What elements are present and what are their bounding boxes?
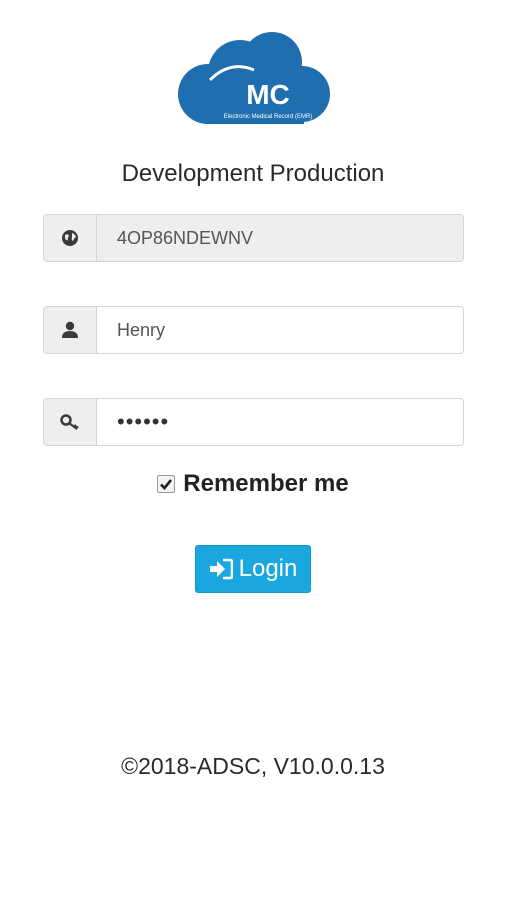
login-page: MC Electronic Medical Record (EMR) Devel… bbox=[0, 0, 506, 900]
remember-me-checkbox[interactable] bbox=[157, 475, 176, 493]
key-icon bbox=[44, 399, 97, 445]
remember-me-row: Remember me bbox=[0, 470, 506, 498]
password-field[interactable]: •••••• bbox=[43, 398, 464, 446]
mc-cloud-logo: MC Electronic Medical Record (EMR) bbox=[178, 32, 330, 124]
logo-tagline: Electronic Medical Record (EMR) bbox=[224, 114, 313, 120]
checkmark-icon bbox=[160, 479, 173, 490]
password-input[interactable]: •••••• bbox=[97, 399, 463, 445]
copyright-footer: ©2018-ADSC, V10.0.0.13 bbox=[121, 753, 385, 779]
environment-title: Development Production bbox=[121, 160, 385, 187]
user-icon bbox=[44, 307, 97, 353]
server-code-value: 4OP86NDEWNV bbox=[97, 215, 463, 261]
login-button-label: Login bbox=[238, 555, 298, 582]
logo-initials: MC bbox=[246, 79, 290, 110]
remember-me-label[interactable]: Remember me bbox=[183, 470, 348, 498]
username-input[interactable]: Henry bbox=[97, 307, 463, 353]
login-button[interactable]: Login bbox=[195, 545, 311, 593]
sign-in-icon bbox=[209, 558, 233, 580]
username-field[interactable]: Henry bbox=[43, 306, 464, 354]
server-code-field[interactable]: 4OP86NDEWNV bbox=[43, 214, 464, 262]
globe-icon bbox=[44, 215, 97, 261]
